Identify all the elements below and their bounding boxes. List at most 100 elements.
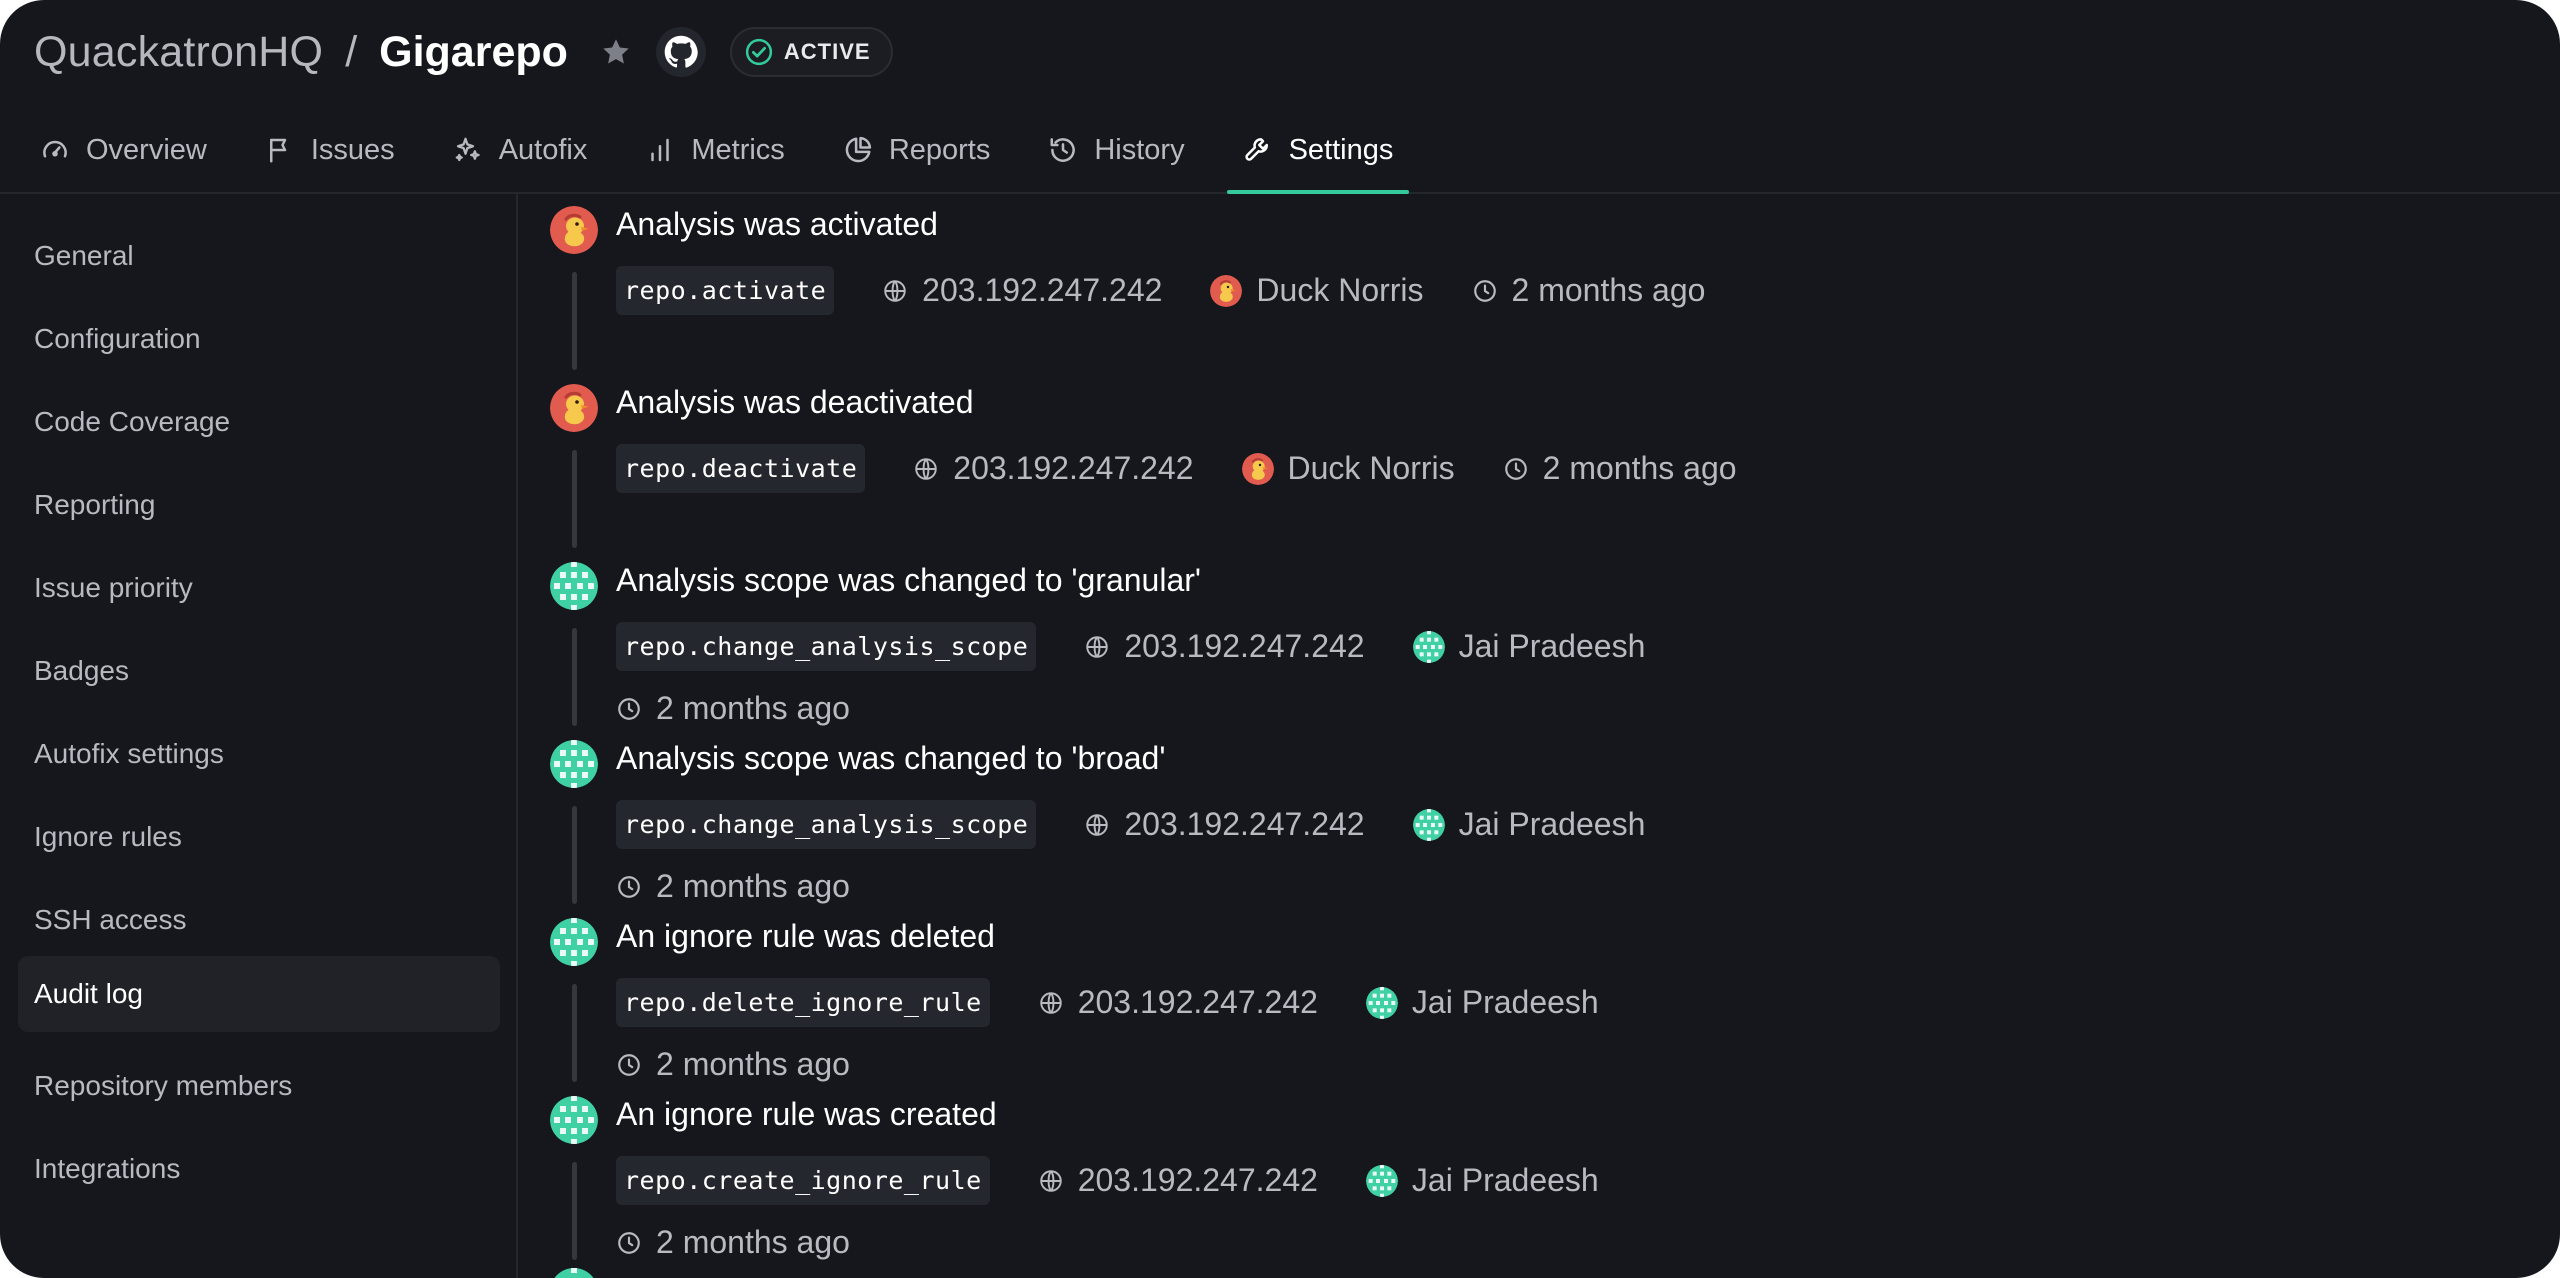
breadcrumb-separator: / — [345, 27, 358, 76]
ip-text: 203.192.247.242 — [922, 272, 1163, 308]
actor[interactable]: Jai Pradeesh — [1366, 984, 1599, 1021]
ip-address: 203.192.247.242 — [913, 450, 1194, 487]
sidebar-item-ssh-access[interactable]: SSH access — [18, 882, 500, 958]
timeline-connector — [572, 628, 577, 726]
timestamp-text: 2 months ago — [1542, 450, 1737, 486]
tab-metrics[interactable]: Metrics — [629, 118, 800, 182]
duck-avatar — [550, 384, 598, 432]
timeline-connector — [572, 984, 577, 1082]
sidebar-item-autofix-settings[interactable]: Autofix settings — [18, 716, 500, 792]
ip-address: 203.192.247.242 — [1038, 1162, 1318, 1199]
entry-title: An ignore rule was deleted — [616, 918, 995, 954]
sidebar-item-general[interactable]: General — [18, 218, 500, 294]
timestamp: 2 months ago — [1472, 272, 1705, 309]
tab-overview[interactable]: Overview — [24, 118, 223, 182]
globe-icon — [1084, 812, 1110, 838]
ip-address: 203.192.247.242 — [1084, 628, 1365, 665]
app-window: QuackatronHQ / Gigarepo ACTIVE Overview … — [0, 0, 2560, 1278]
clock-icon — [1472, 278, 1498, 304]
tab-label: Overview — [86, 133, 207, 166]
entry-meta: repo.activate 203.192.247.242 Duck Norri… — [616, 266, 1705, 315]
timestamp-text: 2 months ago — [656, 1046, 850, 1082]
github-icon[interactable] — [655, 27, 706, 77]
entry-meta: repo.create_ignore_rule 203.192.247.242 … — [616, 1156, 1599, 1205]
sidebar-item-repository-members[interactable]: Repository members — [18, 1048, 500, 1124]
event-code: repo.delete_ignore_rule — [616, 978, 990, 1027]
flag-icon — [269, 138, 287, 163]
pattern-avatar — [1366, 1165, 1398, 1197]
globe-icon — [1084, 634, 1110, 660]
timestamp-text: 2 months ago — [656, 1224, 850, 1260]
duck-avatar — [550, 206, 598, 254]
timeline-connector — [572, 272, 577, 370]
timestamp-text: 2 months ago — [656, 690, 850, 726]
pattern-avatar — [1413, 631, 1445, 663]
actor-name: Jai Pradeesh — [1458, 806, 1646, 842]
entry-title: Analysis was activated — [616, 206, 938, 242]
entry-title: Analysis scope was changed to 'broad' — [616, 740, 1166, 776]
tab-history[interactable]: History — [1032, 118, 1200, 182]
tab-settings[interactable]: Settings — [1226, 118, 1410, 194]
tab-label: Autofix — [498, 133, 588, 166]
sidebar-item-ignore-rules[interactable]: Ignore rules — [18, 799, 500, 875]
actor[interactable]: Jai Pradeesh — [1413, 806, 1646, 843]
duck-avatar — [1210, 275, 1242, 307]
actor-name: Jai Pradeesh — [1411, 984, 1599, 1020]
sidebar-item-integrations[interactable]: Integrations — [18, 1131, 500, 1207]
clock-icon — [1503, 456, 1529, 482]
globe-icon — [882, 278, 908, 304]
ip-text: 203.192.247.242 — [1077, 1162, 1318, 1198]
event-code: repo.activate — [616, 266, 835, 315]
ip-text: 203.192.247.242 — [1124, 806, 1365, 842]
ip-text: 203.192.247.242 — [1077, 984, 1318, 1020]
ip-text: 203.192.247.242 — [1124, 628, 1365, 664]
event-code: repo.create_ignore_rule — [616, 1156, 990, 1205]
tab-autofix[interactable]: Autofix — [437, 118, 604, 182]
audit-log-list: Analysis was activated repo.activate 203… — [520, 194, 2560, 1278]
breadcrumb: QuackatronHQ / Gigarepo ACTIVE — [34, 24, 893, 80]
check-circle-icon — [745, 38, 773, 66]
actor[interactable]: Duck Norris — [1210, 272, 1424, 309]
sidebar-item-issue-priority[interactable]: Issue priority — [18, 550, 500, 626]
timestamp: 2 months ago — [616, 690, 850, 727]
actor-name: Duck Norris — [1287, 450, 1455, 486]
sidebar-item-audit-log[interactable]: Audit log — [18, 956, 500, 1032]
settings-sidebar: General Configuration Code Coverage Repo… — [0, 194, 518, 1278]
timestamp: 2 months ago — [616, 1224, 850, 1261]
bar-chart-icon — [651, 138, 670, 162]
pattern-avatar — [550, 740, 598, 788]
tab-label: Issues — [310, 133, 395, 166]
entry-meta: repo.deactivate 203.192.247.242 Duck Nor… — [616, 444, 1737, 493]
actor[interactable]: Jai Pradeesh — [1413, 628, 1646, 665]
tab-label: Reports — [888, 133, 991, 166]
timestamp: 2 months ago — [1503, 450, 1737, 487]
tab-reports[interactable]: Reports — [827, 118, 1007, 182]
actor-name: Jai Pradeesh — [1458, 628, 1646, 664]
entry-title: An ignore rule was created — [616, 1096, 997, 1132]
event-code: repo.change_analysis_scope — [616, 622, 1037, 671]
event-code: repo.deactivate — [616, 444, 866, 493]
sidebar-item-badges[interactable]: Badges — [18, 633, 500, 709]
pattern-avatar — [550, 918, 598, 966]
event-code: repo.change_analysis_scope — [616, 800, 1037, 849]
sidebar-item-configuration[interactable]: Configuration — [18, 301, 500, 377]
sidebar-item-reporting[interactable]: Reporting — [18, 467, 500, 543]
timestamp: 2 months ago — [616, 1046, 850, 1083]
actor[interactable]: Jai Pradeesh — [1366, 1162, 1599, 1199]
entry-title: Analysis scope was changed to 'granular' — [616, 562, 1201, 598]
status-badge: ACTIVE — [729, 27, 893, 77]
status-badge-label: ACTIVE — [783, 39, 871, 64]
star-icon[interactable] — [598, 34, 634, 70]
org-link[interactable]: QuackatronHQ — [34, 28, 323, 77]
globe-icon — [1038, 1168, 1064, 1194]
gauge-icon — [43, 140, 67, 158]
duck-avatar — [1242, 453, 1274, 485]
ip-address: 203.192.247.242 — [1038, 984, 1318, 1021]
repo-name[interactable]: Gigarepo — [379, 28, 568, 77]
entry-meta: repo.change_analysis_scope 203.192.247.2… — [616, 800, 1645, 849]
pattern-avatar — [550, 1268, 598, 1278]
wrench-icon — [1244, 138, 1268, 161]
sidebar-item-code-coverage[interactable]: Code Coverage — [18, 384, 500, 460]
actor[interactable]: Duck Norris — [1242, 450, 1455, 487]
tab-issues[interactable]: Issues — [249, 118, 411, 182]
